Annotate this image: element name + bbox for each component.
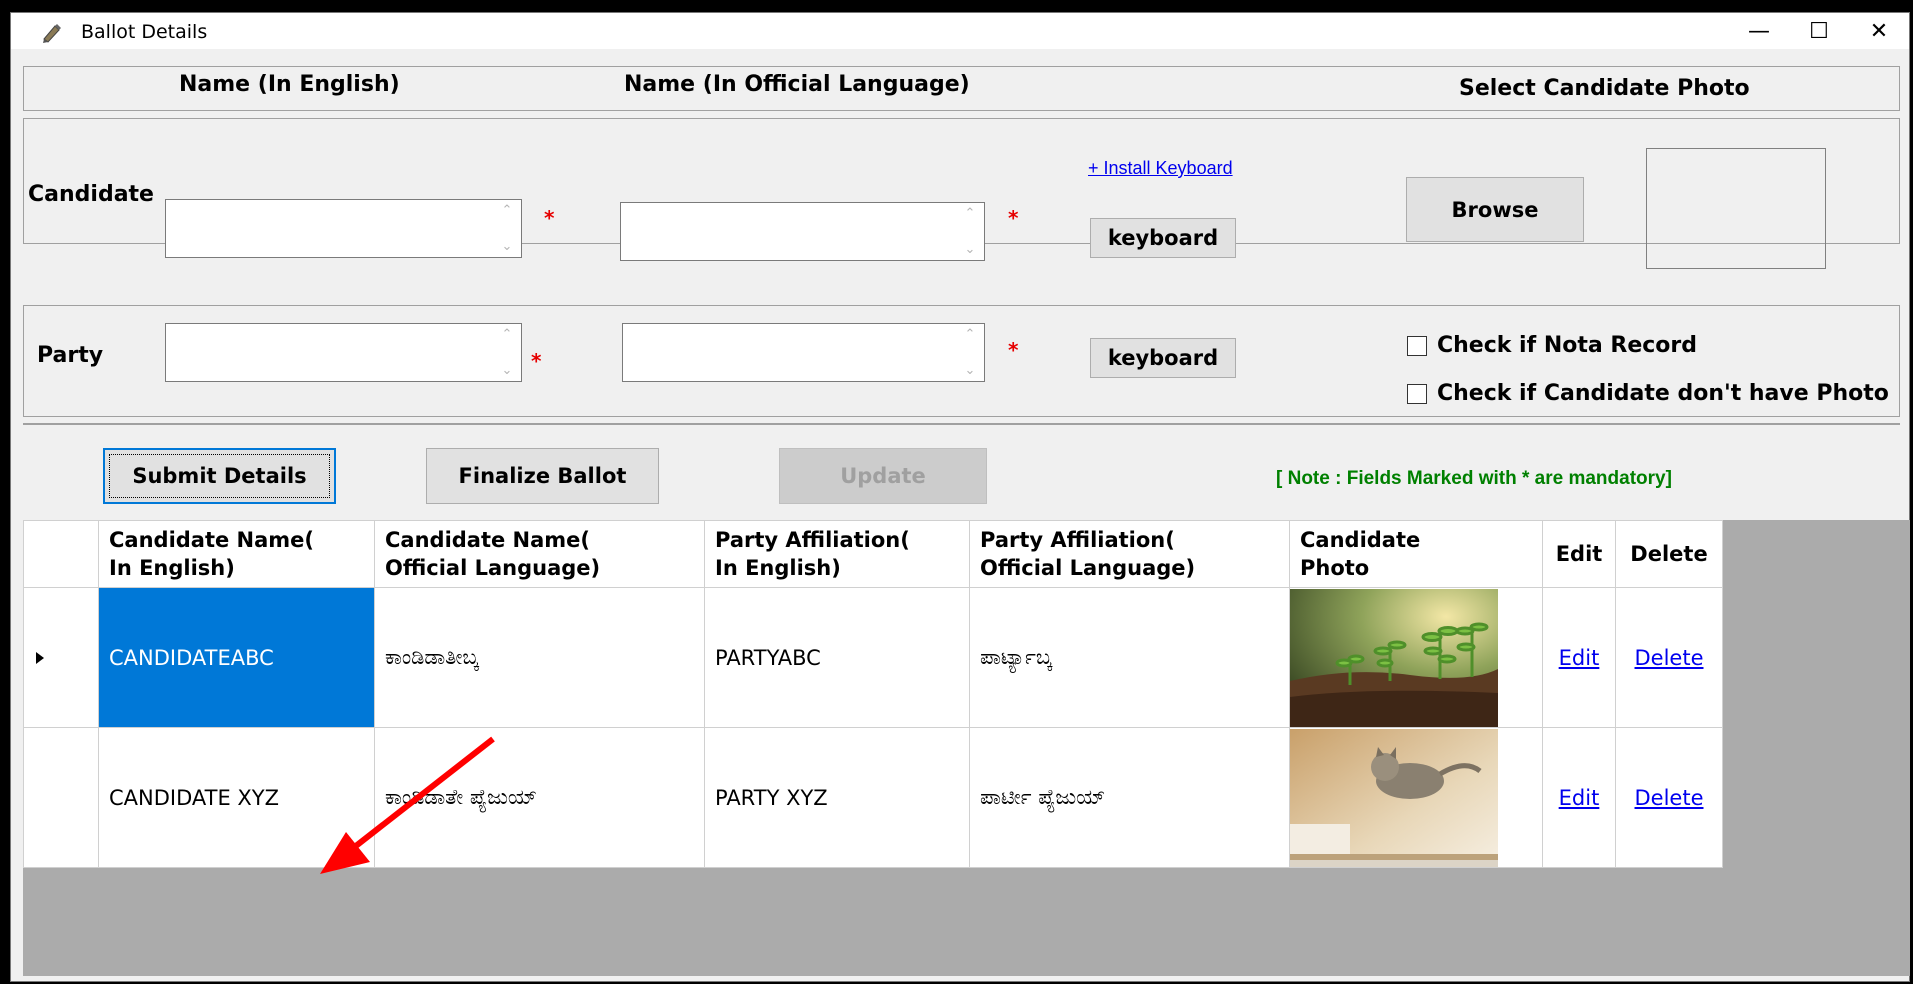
annotation-arrow-icon [320, 736, 495, 874]
